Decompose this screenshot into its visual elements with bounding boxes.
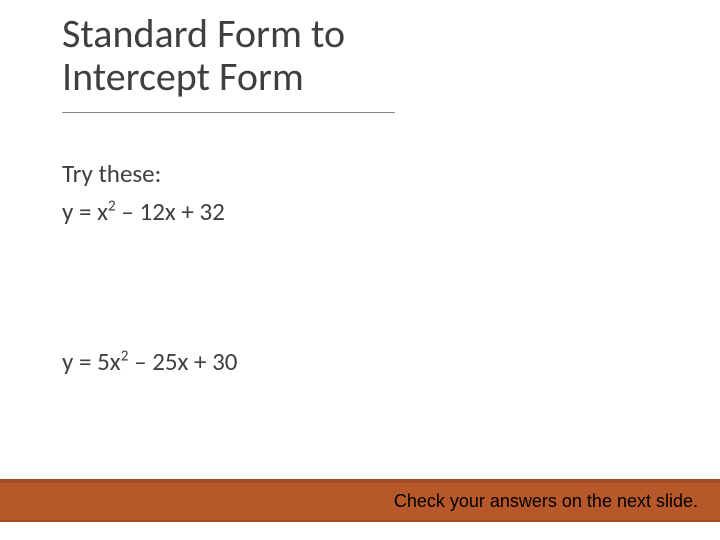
footer-bar: Check your answers on the next slide. (0, 479, 720, 522)
equation-2-pre: y = 5x (62, 346, 121, 377)
title-line-2: Intercept Form (62, 52, 304, 101)
slide-title: Standard Form to Intercept Form (62, 12, 345, 98)
title-underline (62, 112, 395, 113)
slide: Standard Form to Intercept Form Try thes… (0, 0, 720, 540)
equation-1-sup: 2 (108, 197, 116, 216)
equation-2: y = 5x2 – 25x + 30 (62, 346, 237, 377)
equation-2-post: – 25x + 30 (128, 346, 237, 377)
equation-1-post: – 12x + 32 (116, 196, 225, 227)
equation-1: y = x2 – 12x + 32 (62, 196, 225, 227)
equation-1-pre: y = x (62, 196, 108, 227)
prompt-text: Try these: (62, 158, 161, 189)
footer-text: Check your answers on the next slide. (394, 491, 698, 511)
title-line-1: Standard Form to (62, 9, 345, 58)
